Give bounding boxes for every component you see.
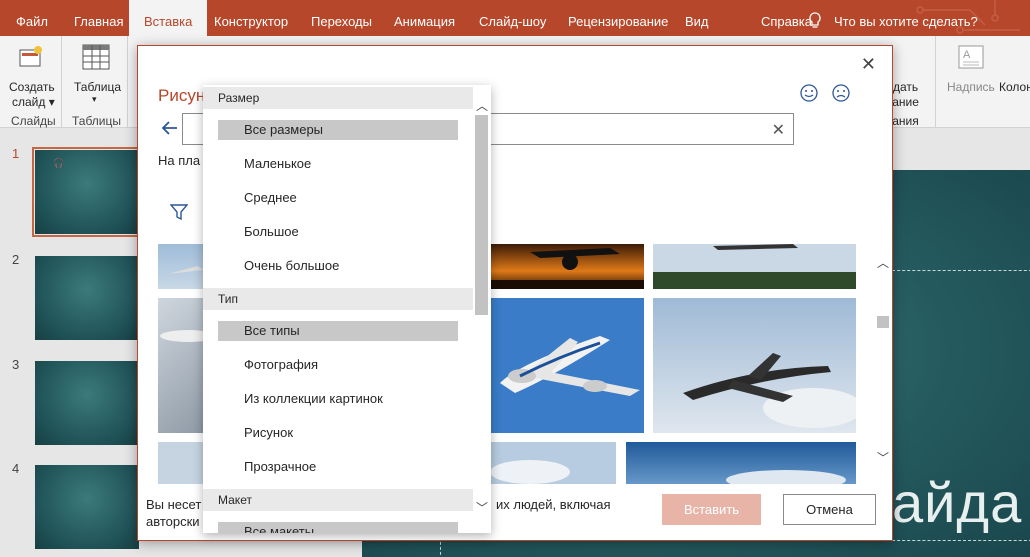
notice-line1-start: Вы несет — [146, 497, 202, 512]
menu-transitions[interactable]: Переходы — [309, 0, 374, 36]
type-option-photo[interactable]: Фотография — [218, 355, 458, 375]
dropdown-scroll-thumb[interactable] — [475, 115, 488, 315]
dropdown-scroll-up-icon[interactable]: ︿ — [476, 97, 488, 114]
image-result-sky-4[interactable] — [490, 442, 616, 484]
slide-thumbnail-1[interactable]: 🎧 — [32, 147, 142, 237]
new-slide-icon — [19, 46, 42, 67]
slides-group: Создать слайд ▾ Слайды — [0, 36, 62, 128]
menu-bar: Файл Главная Вставка Конструктор Переход… — [0, 0, 1030, 36]
image-result-sunset-plane[interactable] — [490, 244, 644, 289]
columns-button[interactable]: Колон — [999, 80, 1030, 95]
tables-group: Таблица ▾ Таблицы — [62, 36, 128, 128]
frown-feedback-icon[interactable] — [832, 84, 850, 102]
tables-group-label: Таблицы — [72, 114, 122, 128]
smile-feedback-icon[interactable] — [800, 84, 818, 102]
type-option-all[interactable]: Все типы — [218, 321, 458, 341]
menu-animations[interactable]: Анимация — [392, 0, 457, 36]
size-option-small[interactable]: Маленькое — [218, 154, 458, 174]
table-icon — [82, 44, 110, 70]
image-result-sky-5[interactable] — [626, 442, 856, 484]
size-option-large[interactable]: Большое — [218, 222, 458, 242]
scroll-down-icon[interactable]: ﹀ — [877, 449, 889, 466]
results-scrollbar[interactable]: ︿ ﹀ — [874, 244, 892, 474]
layout-header: Макет — [203, 489, 473, 511]
type-option-drawing[interactable]: Рисунок — [218, 423, 458, 443]
svg-text:A: A — [963, 49, 971, 61]
notice-line2-start: авторски — [146, 514, 200, 529]
size-option-all[interactable]: Все размеры — [218, 120, 458, 140]
insert-button[interactable]: Вставить — [662, 494, 761, 525]
thumb-number-2: 2 — [12, 252, 20, 267]
slide-title-text[interactable]: айда — [892, 470, 1022, 535]
cancel-button[interactable]: Отмена — [783, 494, 876, 525]
image-result-plane-forest[interactable] — [653, 244, 856, 289]
thumb-number-3: 3 — [12, 357, 20, 372]
placeholder-border — [892, 270, 1030, 271]
filter-options-list: Размер Все размеры Маленькое Среднее Бол… — [203, 85, 473, 533]
lightbulb-icon — [806, 0, 824, 36]
notice-line1-end: их людей, включая — [496, 497, 611, 512]
size-option-medium[interactable]: Среднее — [218, 188, 458, 208]
menu-view[interactable]: Вид — [683, 0, 711, 36]
image-result-belavia-plane[interactable] — [490, 298, 644, 433]
scroll-thumb[interactable] — [877, 316, 889, 328]
clear-search-icon[interactable]: ✕ — [772, 120, 785, 140]
dialog-title: Рисун — [158, 86, 206, 105]
placeholder-border — [892, 540, 1030, 541]
dropdown-scroll-down-icon[interactable]: ﹀ — [476, 499, 488, 516]
image-result-plane-blue-sky[interactable] — [653, 298, 856, 433]
new-slide-button[interactable]: Создать — [9, 80, 55, 95]
table-dropdown-icon[interactable]: ▾ — [92, 92, 97, 107]
layout-option-all[interactable]: Все макеты — [218, 522, 458, 533]
dropdown-scrollbar[interactable]: ︿ ﹀ — [473, 85, 491, 533]
type-option-transparent[interactable]: Прозрачное — [218, 457, 458, 477]
menu-review[interactable]: Рецензирование — [566, 0, 670, 36]
text-box-icon: A — [958, 45, 984, 69]
menu-design[interactable]: Конструктор — [212, 0, 290, 36]
size-option-xlarge[interactable]: Очень большое — [218, 256, 458, 276]
filter-icon[interactable] — [170, 203, 188, 221]
headphones-icon: 🎧 — [53, 158, 65, 168]
table-button[interactable]: Таблица — [74, 80, 121, 95]
thumb-number-1: 1 — [12, 146, 20, 161]
type-option-clipart[interactable]: Из коллекции картинок — [218, 389, 458, 409]
text-box-button[interactable]: Надпись — [947, 80, 995, 95]
new-slide-dropdown[interactable]: слайд ▾ — [12, 95, 55, 110]
comment-button-partial[interactable]: дать — [893, 80, 918, 95]
slides-group-label: Слайды — [11, 114, 56, 128]
menu-insert[interactable]: Вставка — [129, 0, 208, 36]
size-header: Размер — [203, 87, 473, 109]
type-header: Тип — [203, 288, 473, 310]
filter-dropdown: Размер Все размеры Маленькое Среднее Бол… — [203, 85, 491, 533]
back-arrow-icon[interactable] — [160, 118, 180, 138]
menu-home[interactable]: Главная — [72, 0, 125, 36]
scroll-up-icon[interactable]: ︿ — [877, 254, 889, 271]
slide-thumbnail-2[interactable] — [35, 256, 139, 340]
menu-slideshow[interactable]: Слайд-шоу — [477, 0, 548, 36]
ribbon-divider — [935, 36, 936, 128]
slide-thumbnails-pane: 1 🎧 2 3 4 — [0, 128, 142, 557]
menu-file[interactable]: Файл — [14, 0, 50, 36]
creative-commons-label: На пла — [158, 153, 201, 168]
thumb-number-4: 4 — [12, 461, 20, 476]
decoration-pattern-icon — [916, 0, 1020, 34]
slide-thumbnail-4[interactable] — [35, 465, 139, 549]
slide-thumbnail-3[interactable] — [35, 361, 139, 445]
close-icon[interactable]: ✕ — [861, 54, 876, 75]
